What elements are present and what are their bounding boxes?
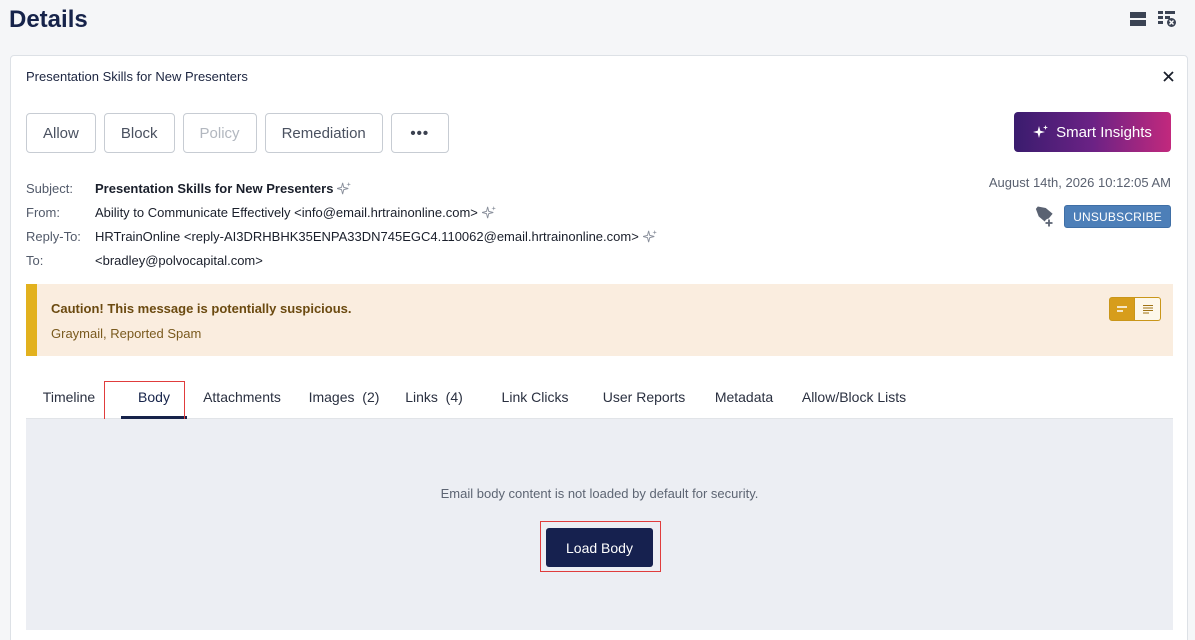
reply-to-label: Reply-To: bbox=[26, 228, 81, 244]
tab-allow-block-lists[interactable]: Allow/Block Lists bbox=[794, 374, 914, 419]
from-value: Ability to Communicate Effectively <info… bbox=[95, 205, 497, 220]
action-bar: Allow Block Policy Remediation ••• bbox=[26, 113, 449, 153]
close-button[interactable] bbox=[1159, 67, 1177, 85]
banner-view-toggle bbox=[1109, 297, 1161, 321]
subject-value: Presentation Skills for New Presenters bbox=[95, 181, 352, 196]
card-title: Presentation Skills for New Presenters bbox=[26, 69, 248, 84]
tab-images[interactable]: Images (2) bbox=[304, 374, 384, 419]
load-body-button[interactable]: Load Body bbox=[546, 528, 653, 567]
allow-button[interactable]: Allow bbox=[26, 113, 96, 153]
reply-to-value: HRTrainOnline <reply-AI3DRHBHK35ENPA33DN… bbox=[95, 229, 658, 244]
page-title: Details bbox=[9, 6, 88, 33]
reply-to-row: Reply-To: HRTrainOnline <reply-AI3DRHBHK… bbox=[26, 224, 658, 248]
split-view-icon[interactable] bbox=[1129, 11, 1147, 27]
policy-button[interactable]: Policy bbox=[182, 113, 257, 153]
from-text: Ability to Communicate Effectively <info… bbox=[95, 204, 478, 220]
subject-row: Subject: Presentation Skills for New Pre… bbox=[26, 176, 658, 200]
received-date: August 14th, 2026 10:12:05 AM bbox=[988, 175, 1171, 190]
compact-lines-icon bbox=[1117, 306, 1127, 312]
from-row: From: Ability to Communicate Effectively… bbox=[26, 200, 658, 224]
caution-title: Caution! This message is potentially sus… bbox=[51, 301, 352, 316]
tab-metadata[interactable]: Metadata bbox=[704, 374, 784, 419]
detail-tabs: Timeline Body Attachments Images (2) Lin… bbox=[26, 374, 1173, 419]
ai-sparkle-icon[interactable] bbox=[481, 205, 497, 220]
block-button[interactable]: Block bbox=[103, 113, 175, 153]
smart-insights-label: Smart Insights bbox=[1056, 123, 1152, 141]
to-label: To: bbox=[26, 252, 44, 268]
remediation-button[interactable]: Remediation bbox=[264, 113, 383, 153]
tab-link-clicks[interactable]: Link Clicks bbox=[488, 374, 582, 419]
top-toolbar bbox=[1129, 10, 1177, 28]
tab-user-reports[interactable]: User Reports bbox=[592, 374, 696, 419]
more-actions-button[interactable]: ••• bbox=[390, 113, 449, 153]
tab-attachments[interactable]: Attachments bbox=[194, 374, 290, 419]
email-headers: Subject: Presentation Skills for New Pre… bbox=[26, 176, 658, 272]
body-panel: Email body content is not loaded by defa… bbox=[26, 419, 1173, 630]
subject-label: Subject: bbox=[26, 180, 73, 196]
caution-reasons: Graymail, Reported Spam bbox=[51, 326, 202, 341]
body-not-loaded-message: Email body content is not loaded by defa… bbox=[440, 486, 759, 501]
message-details-card: Presentation Skills for New Presenters A… bbox=[10, 55, 1188, 640]
close-icon bbox=[1162, 70, 1174, 82]
subject-text: Presentation Skills for New Presenters bbox=[95, 180, 334, 196]
smart-insights-button[interactable]: Smart Insights bbox=[1014, 112, 1171, 152]
tab-body[interactable]: Body bbox=[114, 374, 194, 419]
from-label: From: bbox=[26, 204, 60, 220]
to-row: To: <bradley@polvocapital.com> bbox=[26, 248, 658, 272]
tab-timeline[interactable]: Timeline bbox=[26, 374, 112, 419]
expanded-view-toggle[interactable] bbox=[1135, 297, 1161, 321]
close-panel-icon[interactable] bbox=[1157, 10, 1177, 28]
expanded-lines-icon bbox=[1142, 304, 1153, 314]
sparkle-icon bbox=[1033, 125, 1049, 138]
compact-view-toggle[interactable] bbox=[1109, 297, 1135, 321]
to-value: <bradley@polvocapital.com> bbox=[95, 252, 263, 268]
ai-sparkle-icon[interactable] bbox=[337, 181, 352, 196]
caution-banner: Caution! This message is potentially sus… bbox=[26, 284, 1173, 356]
reply-to-text: HRTrainOnline <reply-AI3DRHBHK35ENPA33DN… bbox=[95, 228, 639, 244]
tab-links[interactable]: Links (4) bbox=[400, 374, 468, 419]
ai-sparkle-icon[interactable] bbox=[642, 229, 658, 244]
unsubscribe-button[interactable]: UNSUBSCRIBE bbox=[1064, 205, 1171, 228]
add-tag-icon[interactable] bbox=[1032, 206, 1054, 233]
